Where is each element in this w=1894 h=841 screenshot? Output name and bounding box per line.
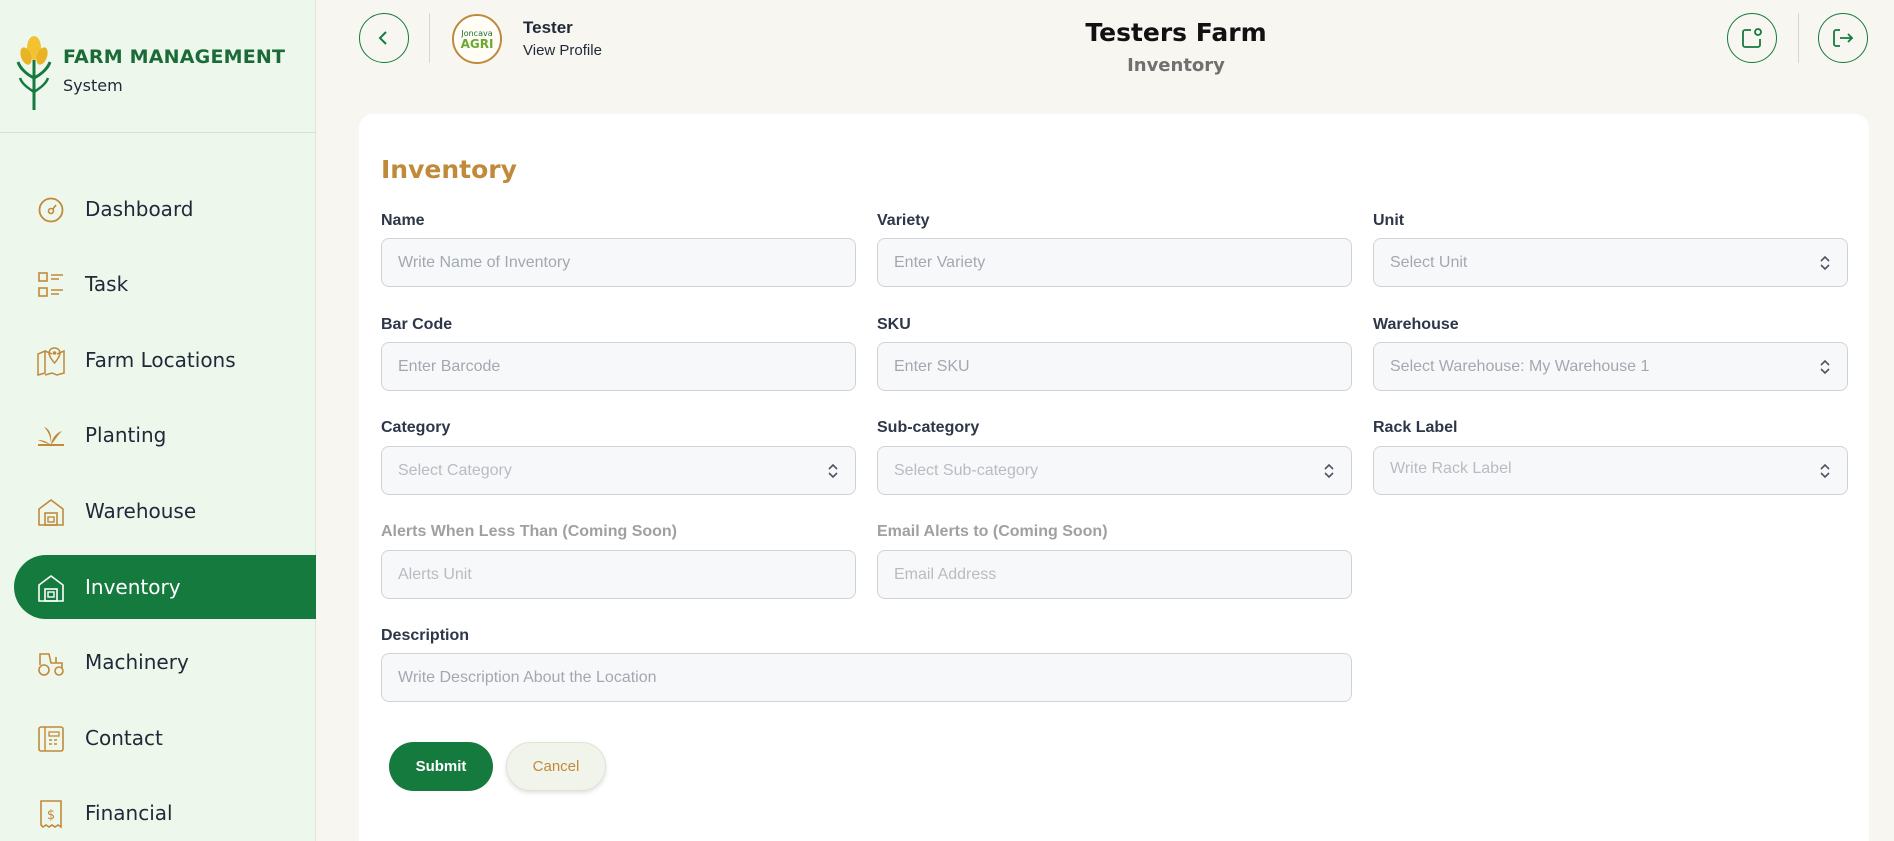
chevron-left-icon: [378, 31, 387, 45]
sidebar-item-label: Task: [85, 272, 129, 296]
name-field[interactable]: [381, 238, 856, 287]
contact-icon: [38, 726, 64, 752]
sidebar-item-label: Machinery: [85, 650, 189, 674]
description-input[interactable]: [398, 668, 1335, 687]
dashboard-gauge-icon: [38, 197, 64, 223]
form-title: Inventory: [381, 155, 517, 184]
page-subtitle: Inventory: [1127, 55, 1225, 76]
warehouse-select-value: Select Warehouse: My Warehouse 1: [1390, 357, 1650, 375]
task-list-icon: [38, 272, 63, 297]
brand-logo[interactable]: FARM MANAGEMENT System: [0, 0, 316, 133]
category-select-value: Select Category: [398, 461, 512, 479]
sidebar-item-label: Warehouse: [85, 499, 197, 523]
subcategory-select[interactable]: Select Sub-category: [877, 446, 1352, 495]
chevron-updown-icon: [1820, 359, 1830, 374]
sidebar-item-label: Planting: [85, 423, 167, 447]
subcategory-label: Sub-category: [877, 419, 980, 436]
chevron-updown-icon: [828, 463, 838, 478]
sidebar-item-planting[interactable]: Planting: [14, 403, 316, 467]
description-field[interactable]: [381, 653, 1352, 702]
chevron-updown-icon: [1820, 463, 1830, 478]
warehouse-icon: [38, 499, 64, 526]
variety-input[interactable]: [894, 253, 1335, 272]
sidebar: FARM MANAGEMENT System Dashboard Task Fa…: [0, 0, 316, 841]
back-button[interactable]: [359, 13, 409, 63]
submit-button[interactable]: Submit: [389, 742, 493, 791]
receipt-dollar-icon: $: [40, 800, 62, 829]
alerts-field[interactable]: [381, 550, 856, 599]
sidebar-item-task[interactable]: Task: [14, 252, 316, 316]
barcode-input[interactable]: [398, 357, 839, 376]
sidebar-item-machinery[interactable]: Machinery: [14, 630, 316, 694]
sidebar-item-label: Inventory: [85, 575, 181, 599]
alerts-label: Alerts When Less Than (Coming Soon): [381, 523, 678, 540]
sidebar-item-financial[interactable]: $ Financial: [14, 781, 316, 841]
description-label: Description: [381, 627, 470, 644]
alerts-input[interactable]: [398, 565, 839, 584]
svg-text:$: $: [47, 808, 55, 823]
view-profile-link[interactable]: View Profile: [523, 42, 602, 59]
unit-select[interactable]: Select Unit: [1373, 238, 1848, 287]
sprout-icon: [38, 427, 64, 446]
sku-field[interactable]: [877, 342, 1352, 391]
warehouse-select[interactable]: Select Warehouse: My Warehouse 1: [1373, 342, 1848, 391]
farm-title: Testers Farm: [1085, 18, 1267, 47]
sku-input[interactable]: [894, 357, 1335, 376]
logout-icon: [1833, 29, 1854, 47]
name-input[interactable]: [398, 253, 839, 272]
inventory-icon: [38, 575, 64, 602]
svg-text:AGRI: AGRI: [461, 37, 494, 51]
email-alerts-input[interactable]: [894, 565, 1335, 584]
header-divider: [1798, 13, 1799, 63]
cancel-button[interactable]: Cancel: [506, 742, 606, 791]
variety-field[interactable]: [877, 238, 1352, 287]
share-button[interactable]: [1727, 13, 1777, 63]
user-name: Tester: [523, 18, 573, 37]
category-select[interactable]: Select Category: [381, 446, 856, 495]
sidebar-item-label: Dashboard: [85, 197, 194, 221]
logout-button[interactable]: [1818, 13, 1868, 63]
sidebar-item-contact[interactable]: Contact: [14, 706, 316, 770]
chevron-updown-icon: [1324, 463, 1334, 478]
barcode-field[interactable]: [381, 342, 856, 391]
sidebar-item-farm-locations[interactable]: Farm Locations: [14, 328, 316, 392]
name-label: Name: [381, 212, 425, 229]
variety-label: Variety: [877, 212, 930, 229]
chevron-updown-icon: [1820, 255, 1830, 270]
warehouse-label: Warehouse: [1373, 316, 1459, 333]
sidebar-item-label: Farm Locations: [85, 348, 236, 372]
sidebar-item-label: Contact: [85, 726, 163, 750]
sidebar-item-warehouse[interactable]: Warehouse: [14, 479, 316, 543]
sidebar-item-label: Financial: [85, 801, 173, 825]
sidebar-item-inventory[interactable]: Inventory: [14, 555, 316, 619]
agri-logo-icon: Joncava AGRI: [456, 18, 498, 60]
category-label: Category: [381, 419, 451, 436]
email-alerts-field[interactable]: [877, 550, 1352, 599]
barcode-label: Bar Code: [381, 316, 453, 333]
rack-label-select-value: Write Rack Label: [1390, 459, 1512, 477]
brand-subtitle: System: [63, 76, 123, 95]
avatar[interactable]: Joncava AGRI: [452, 14, 502, 64]
rack-label-select[interactable]: Write Rack Label: [1373, 446, 1848, 495]
share-icon: [1742, 28, 1762, 48]
unit-select-value: Select Unit: [1390, 253, 1468, 271]
unit-label: Unit: [1373, 212, 1405, 229]
header-divider: [429, 13, 430, 63]
brand-title: FARM MANAGEMENT: [63, 46, 286, 68]
tractor-icon: [38, 653, 64, 676]
sidebar-item-dashboard[interactable]: Dashboard: [14, 177, 316, 241]
email-alerts-label: Email Alerts to (Coming Soon): [877, 523, 1108, 540]
sku-label: SKU: [877, 316, 911, 333]
wheat-logo-icon: [16, 36, 52, 110]
map-pin-icon: [37, 347, 65, 376]
rack-label-label: Rack Label: [1373, 419, 1458, 436]
subcategory-select-value: Select Sub-category: [894, 461, 1039, 479]
